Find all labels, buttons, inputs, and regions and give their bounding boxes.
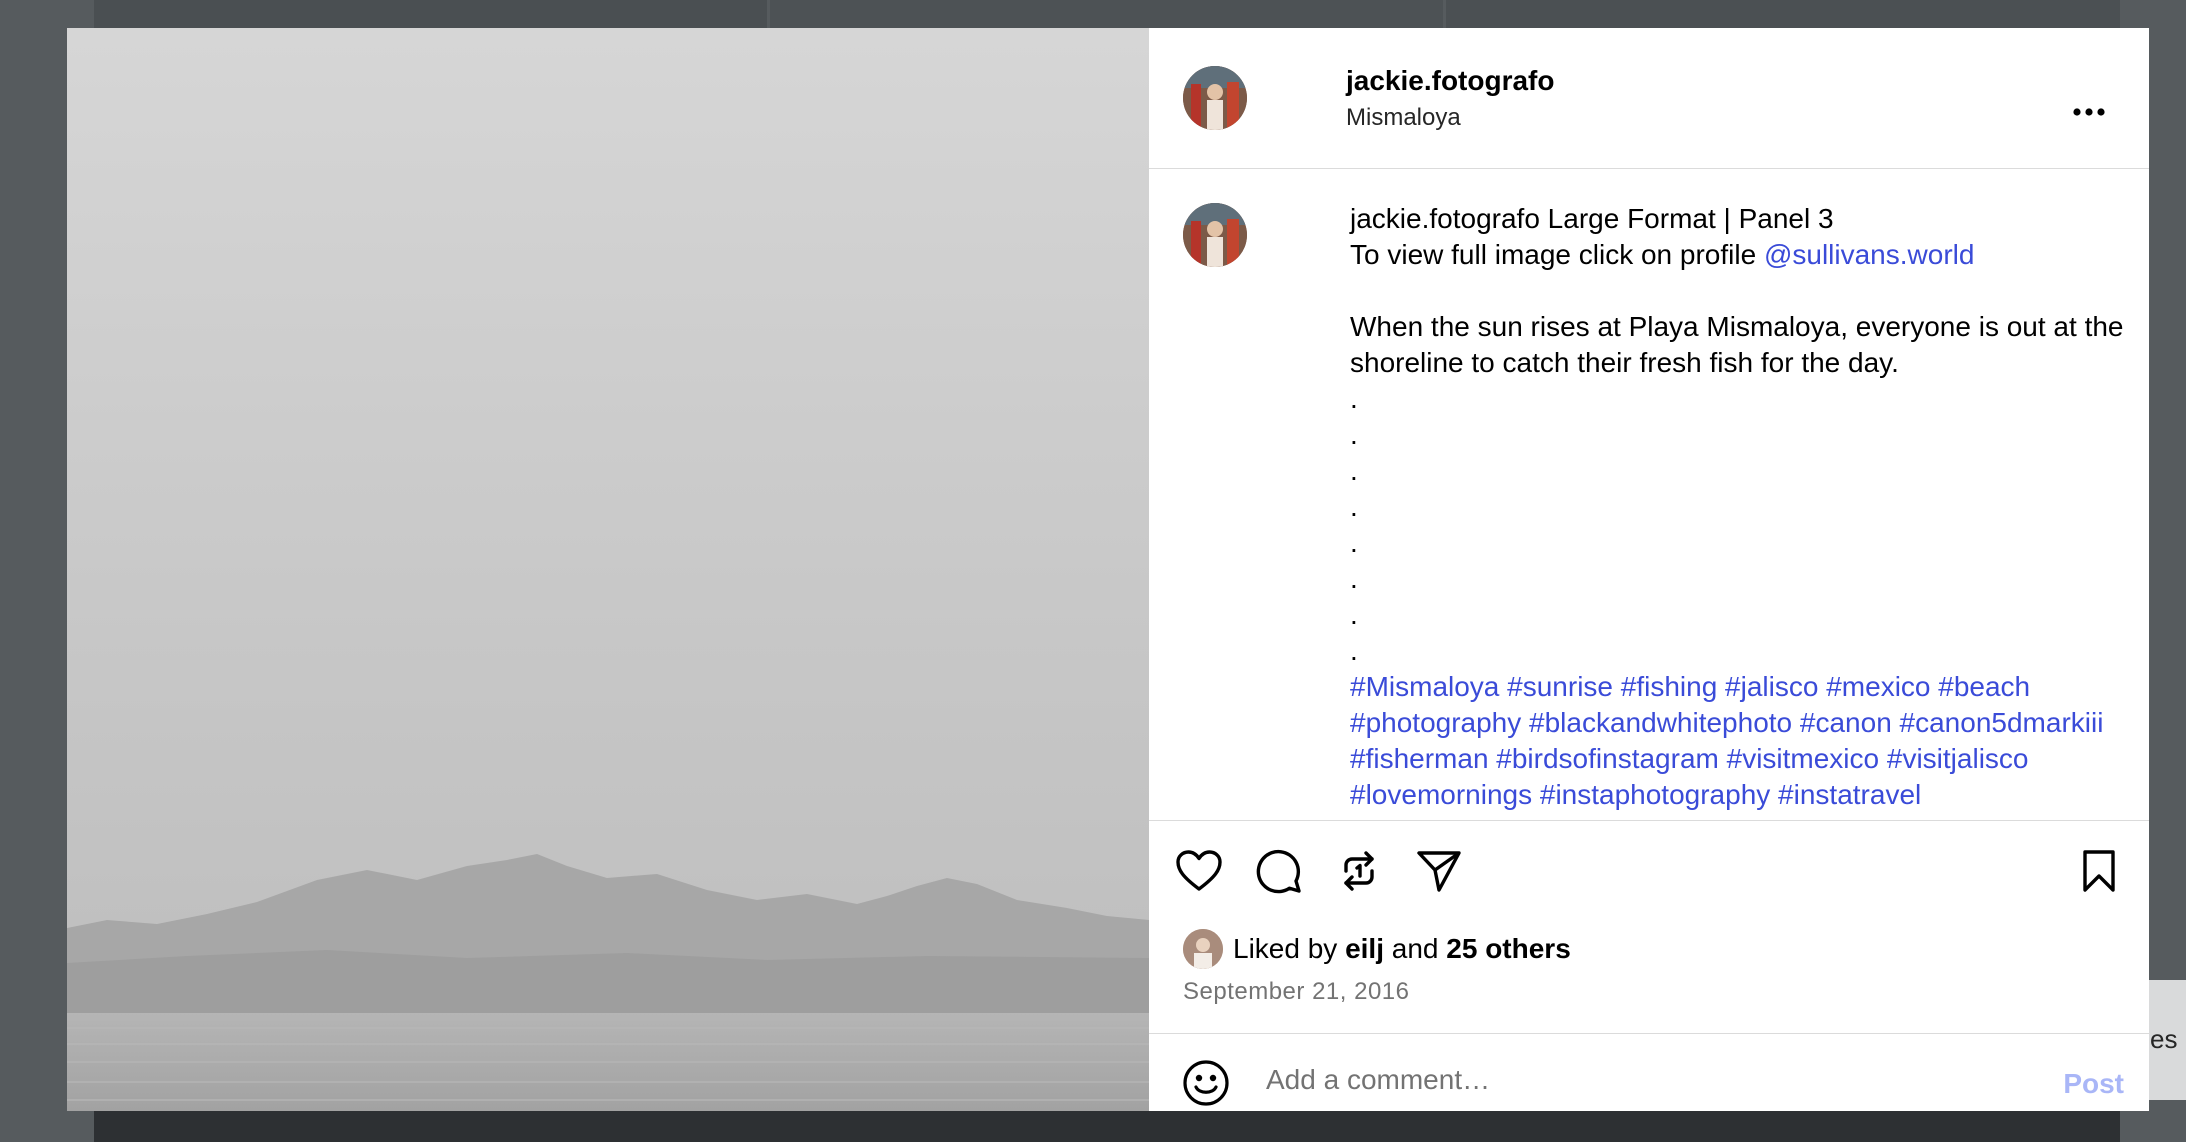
post-date[interactable]: September 21, 2016: [1183, 978, 1410, 1006]
comment-input[interactable]: [1264, 1054, 1968, 1106]
caption-paragraph-line: When the sun rises at Playa Mismaloya, e…: [1350, 311, 2124, 342]
background-feed-strip: [94, 1110, 2120, 1142]
bookmark-icon[interactable]: [2073, 845, 2125, 897]
post-photo[interactable]: [67, 28, 1149, 1111]
comment-bar: Post: [1149, 1033, 2149, 1111]
more-horizontal-icon[interactable]: [2069, 104, 2109, 120]
caption-title: Large Format | Panel 3: [1547, 203, 1834, 234]
liker-username[interactable]: eilj: [1345, 933, 1384, 965]
mention-link[interactable]: @sullivans.world: [1764, 239, 1975, 270]
avatar-image: [1183, 66, 1247, 130]
avatar-image: [1183, 203, 1247, 267]
caption-dot: .: [1350, 635, 1358, 666]
likes-and: and: [1391, 933, 1439, 964]
post-caption: jackie.fotografo Large Format | Panel 3 …: [1350, 201, 2130, 813]
heart-icon[interactable]: [1173, 845, 1225, 897]
repost-icon[interactable]: [1333, 845, 1385, 897]
caption-author-avatar[interactable]: [1183, 203, 1247, 267]
share-icon[interactable]: [1413, 845, 1465, 897]
hashtag-line[interactable]: #lovemornings #instaphotography #instatr…: [1350, 777, 2130, 813]
caption-dot: .: [1350, 563, 1358, 594]
likes-prefix: Liked by: [1233, 933, 1338, 964]
hashtag-line[interactable]: #fisherman #birdsofinstagram #visitmexic…: [1350, 741, 2130, 777]
caption-dot: .: [1350, 491, 1358, 522]
comment-icon[interactable]: [1253, 845, 1305, 897]
caption-dot: .: [1350, 599, 1358, 630]
post-comment-button[interactable]: Post: [2063, 1068, 2124, 1100]
caption-paragraph-line: shoreline to catch their fresh fish for …: [1350, 347, 1899, 378]
caption-scroll-area[interactable]: jackie.fotografo Large Format | Panel 3 …: [1149, 169, 2149, 820]
caption-dot: .: [1350, 527, 1358, 558]
hashtag-line[interactable]: #photography #blackandwhitephoto #canon …: [1350, 705, 2130, 741]
likes-others-link[interactable]: 25 others: [1446, 933, 1571, 965]
caption-dot: .: [1350, 419, 1358, 450]
caption-username[interactable]: jackie.fotografo: [1350, 203, 1540, 234]
liker-avatar[interactable]: [1183, 929, 1223, 969]
post-header: jackie.fotografo Mismaloya: [1149, 28, 2149, 169]
emoji-icon[interactable]: [1181, 1058, 1231, 1108]
post-modal: jackie.fotografo Mismaloya jackie.fotogr…: [67, 28, 2149, 1111]
caption-dot: .: [1350, 455, 1358, 486]
caption-dot: .: [1350, 383, 1358, 414]
author-avatar[interactable]: [1183, 66, 1247, 130]
background-side-text: es: [2150, 1024, 2178, 1054]
hashtag-line[interactable]: #Mismaloya #sunrise #fishing #jalisco #m…: [1350, 669, 2130, 705]
post-side-panel: jackie.fotografo Mismaloya jackie.fotogr…: [1149, 28, 2149, 1111]
post-location[interactable]: Mismaloya: [1346, 104, 1461, 132]
author-username[interactable]: jackie.fotografo: [1346, 65, 1554, 97]
post-actions: Liked by eilj and 25 others September 21…: [1149, 820, 2149, 1111]
likes-summary: Liked by eilj and 25 others: [1183, 929, 1571, 969]
background-side-panel: es: [2146, 980, 2186, 1100]
caption-profile-text: To view full image click on profile: [1350, 239, 1757, 270]
photo-image: [67, 28, 1149, 1111]
